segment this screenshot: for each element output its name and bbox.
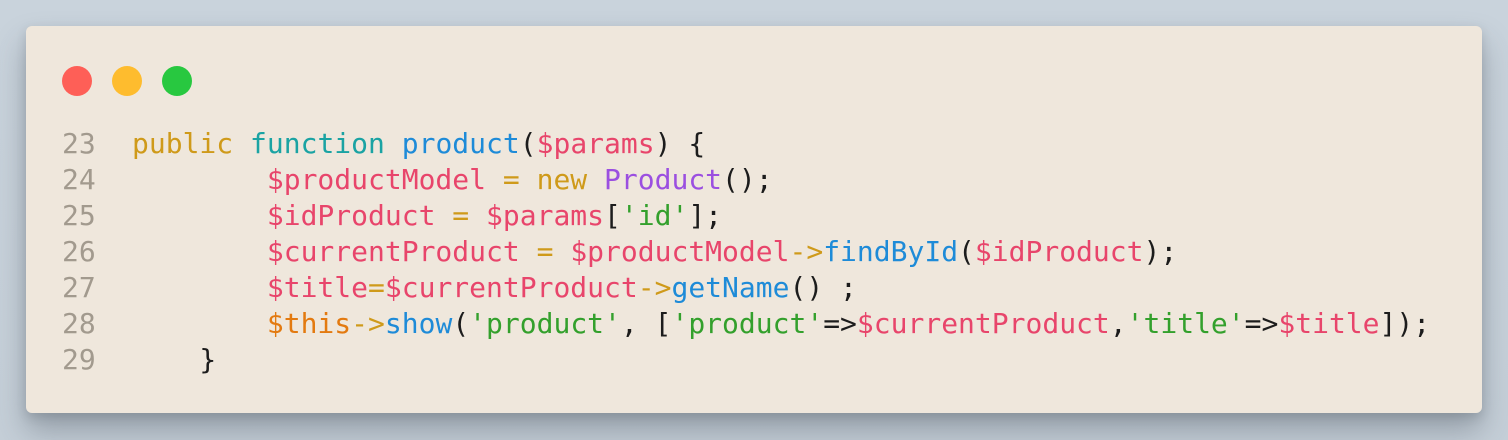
code-block: 23 public function product($params) {24 $… <box>62 126 1430 378</box>
code-token: => <box>823 307 857 340</box>
code-token: = <box>368 271 385 304</box>
code-token: -> <box>351 307 385 340</box>
code-token: -> <box>789 235 824 268</box>
code-line: 27 $title=$currentProduct->getName() ; <box>62 270 1430 306</box>
code-token: getName <box>671 271 790 304</box>
code-token: $params <box>536 127 655 160</box>
line-number: 28 <box>62 307 96 340</box>
code-token: $params <box>486 199 605 232</box>
code-window: 23 public function product($params) {24 $… <box>26 26 1482 413</box>
code-token: = <box>502 163 520 196</box>
code-token: function <box>250 127 385 160</box>
minimize-dot-icon[interactable] <box>112 66 142 96</box>
code-line: 29 } <box>62 342 1430 378</box>
line-number: 27 <box>62 271 96 304</box>
code-token: , <box>1109 307 1127 340</box>
code-token: 'title' <box>1126 307 1245 340</box>
code-token: ( <box>958 235 975 268</box>
code-token: $title <box>266 271 369 304</box>
code-line: 23 public function product($params) { <box>62 126 1430 162</box>
line-number: 26 <box>62 235 96 268</box>
code-token: 'id' <box>620 199 689 232</box>
code-token: ( <box>452 307 470 340</box>
code-token: 'product' <box>671 307 824 340</box>
code-token: = <box>536 235 554 268</box>
code-token: findById <box>823 235 959 268</box>
code-token: $currentProduct <box>266 235 520 268</box>
code-token: public <box>132 127 234 160</box>
code-token: $title <box>1278 307 1380 340</box>
code-token: [ <box>604 199 621 232</box>
code-token: } <box>132 343 217 376</box>
close-dot-icon[interactable] <box>62 66 92 96</box>
line-number: 24 <box>62 163 96 196</box>
code-token: $idProduct <box>266 199 436 232</box>
code-token: (); <box>722 163 773 196</box>
code-token: = <box>452 199 470 232</box>
code-token: () ; <box>789 271 857 304</box>
code-token: ]); <box>1379 307 1431 340</box>
code-token: new <box>536 163 588 196</box>
code-token: ); <box>1143 235 1178 268</box>
window-controls <box>62 66 192 96</box>
code-token: Product <box>604 163 723 196</box>
code-token: $productModel <box>266 163 487 196</box>
maximize-dot-icon[interactable] <box>162 66 192 96</box>
code-token: $productModel <box>570 235 790 268</box>
code-token: $currentProduct <box>384 271 638 304</box>
code-token: ]; <box>688 199 723 232</box>
line-number: 25 <box>62 199 96 232</box>
code-token: 'product' <box>469 307 621 340</box>
line-number: 29 <box>62 343 96 376</box>
code-token: product <box>401 127 520 160</box>
code-token: ( <box>519 127 537 160</box>
code-token: -> <box>637 271 672 304</box>
code-line: 28 $this->show('product', ['product'=>$c… <box>62 306 1430 342</box>
code-token: $currentProduct <box>856 307 1110 340</box>
code-token: show <box>384 307 453 340</box>
code-line: 26 $currentProduct = $productModel->find… <box>62 234 1430 270</box>
code-line: 25 $idProduct = $params['id']; <box>62 198 1430 234</box>
code-token: ) { <box>654 127 706 160</box>
code-token: , [ <box>620 307 672 340</box>
code-token: $this <box>266 307 352 340</box>
code-token: => <box>1244 307 1279 340</box>
code-token: $idProduct <box>974 235 1144 268</box>
line-number: 23 <box>62 127 96 160</box>
code-line: 24 $productModel = new Product(); <box>62 162 1430 198</box>
